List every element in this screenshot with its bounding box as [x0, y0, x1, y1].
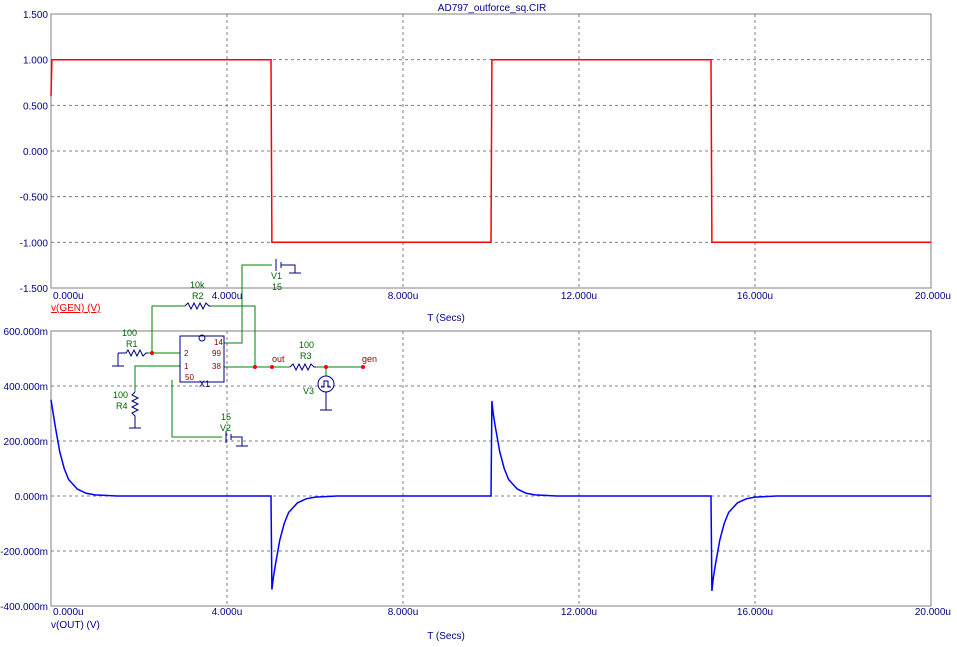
bottom-plot: 600.000m 400.000m 200.000m 0.000m -200.000m -… [0, 327, 951, 642]
y-tick-label: -0.500 [20, 193, 49, 204]
x1-pin-14: 14 [214, 338, 223, 347]
node-dot-feedback [253, 365, 257, 369]
y-tick-label: 200.000m [4, 437, 48, 448]
y-tick-label: 1.000 [23, 56, 48, 67]
x1-name: X1 [199, 379, 210, 389]
x-tick-label: 8.000u [388, 291, 419, 302]
v1-value: 15 [272, 282, 282, 292]
schematic: 100 R1 10k R2 100 R3 100 R4 14 2 99 1 38… [112, 259, 377, 447]
x-tick-label: 0.000u [53, 607, 84, 618]
y-tick-label: 1.500 [23, 10, 48, 21]
x-tick-label: 4.000u [212, 607, 243, 618]
r3-symbol [289, 362, 316, 372]
r4-value: 100 [113, 390, 128, 400]
v2-wire [171, 380, 222, 438]
top-x-tick-labels: 0.000u 4.000u 8.000u 12.000u 16.000u 20.000u [53, 291, 951, 302]
bottom-x-tick-labels: 0.000u 4.000u 8.000u 12.000u 16.000u 20.000u [53, 607, 951, 618]
top-y-tick-labels: 1.500 1.000 0.500 0.000 -0.500 -1.000 -1.500 [20, 10, 49, 295]
x1-pin-99: 99 [212, 349, 221, 358]
y-tick-label: 0.000m [15, 492, 48, 503]
r2-name: R2 [192, 291, 204, 301]
y-tick-label: 400.000m [4, 382, 48, 393]
r2-symbol [184, 301, 211, 311]
v1-name: V1 [271, 271, 282, 281]
x-tick-label: 16.000u [737, 291, 773, 302]
x1-pin-38: 38 [212, 362, 221, 371]
x-tick-label: 20.000u [915, 291, 951, 302]
x1-pin-2: 2 [184, 349, 189, 358]
chart-title: AD797_outforce_sq.CIR [438, 3, 546, 14]
x1-pin-50: 50 [185, 373, 194, 382]
node-dot-out [270, 365, 274, 369]
r1-name: R1 [126, 339, 138, 349]
r4-symbol [130, 391, 140, 428]
node-label-gen: gen [362, 354, 377, 364]
noninverting-input-wire [134, 365, 180, 367]
y-tick-label: -1.500 [20, 284, 49, 295]
x-tick-label: 20.000u [915, 607, 951, 618]
r2-value: 10k [190, 280, 205, 290]
x-tick-label: 12.000u [561, 291, 597, 302]
r1-value: 100 [122, 328, 137, 338]
v2-value: 15 [221, 412, 231, 422]
series-line [50, 399, 931, 591]
node-label-out: out [272, 354, 285, 364]
bottom-series [50, 399, 931, 591]
node-dot-v3 [324, 365, 328, 369]
top-plot: 1.500 1.000 0.500 0.000 -0.500 -1.000 -1.500 0… [20, 10, 951, 324]
plot-canvas: AD797_outforce_sq.CIR 1.500 1.000 0.500 0.0… [0, 3, 951, 642]
r3-value: 100 [299, 340, 314, 350]
top-y-axis-label[interactable]: v(GEN) (V) [51, 303, 100, 314]
x1-pin-1: 1 [184, 362, 189, 371]
v3-source [317, 375, 335, 393]
y-tick-label: -200.000m [0, 547, 48, 558]
node-dot-inverting [150, 351, 154, 355]
x-tick-label: 16.000u [737, 607, 773, 618]
top-x-axis-label: T (Secs) [427, 313, 465, 324]
r3-name: R3 [300, 351, 312, 361]
y-tick-label: -1.000 [20, 238, 49, 249]
y-tick-label: -400.000m [0, 602, 48, 613]
bottom-x-axis-label: T (Secs) [427, 631, 465, 642]
x-tick-label: 4.000u [212, 291, 243, 302]
v2-name: V2 [220, 423, 231, 433]
node-dot-gen [361, 365, 365, 369]
y-tick-label: 0.500 [23, 101, 48, 112]
v3-name: V3 [303, 386, 314, 396]
bottom-y-axis-label[interactable]: v(OUT) (V) [51, 620, 100, 631]
bottom-y-tick-labels: 600.000m 400.000m 200.000m 0.000m -200.000m -… [0, 327, 48, 613]
r4-name: R4 [116, 401, 128, 411]
y-tick-label: 0.000 [23, 147, 48, 158]
r1-symbol [118, 348, 148, 358]
y-tick-label: 600.000m [4, 327, 48, 338]
v1-ground [281, 264, 296, 273]
x-tick-label: 0.000u [53, 291, 84, 302]
x-tick-label: 8.000u [388, 607, 419, 618]
x-tick-label: 12.000u [561, 607, 597, 618]
